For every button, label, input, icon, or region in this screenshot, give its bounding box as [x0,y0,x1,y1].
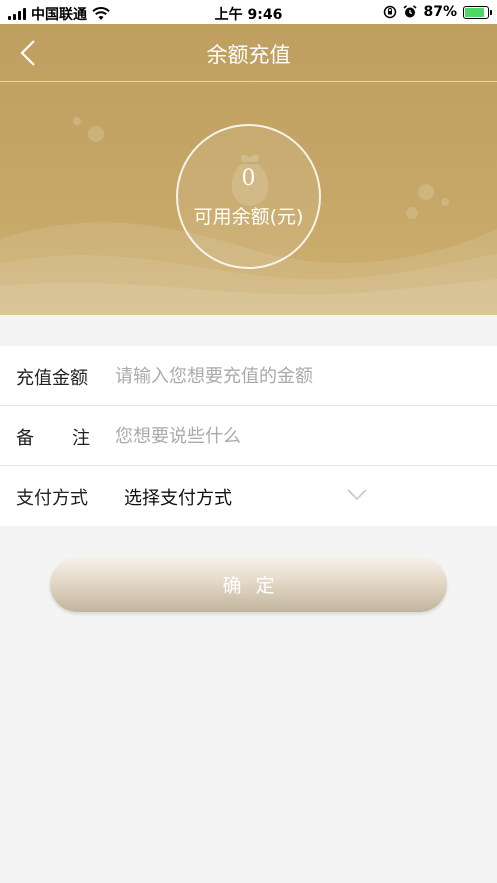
remark-input[interactable] [115,418,475,454]
balance-circle: 0 可用余额(元) [176,124,321,269]
confirm-button[interactable]: 确定 [50,557,447,612]
balance-value: 0 [241,166,256,191]
nav-bar: 余额充值 [0,24,497,82]
amount-label: 充值金额 [16,368,88,389]
payment-label: 支付方式 [16,488,88,509]
battery-percent: 87% [423,4,457,20]
remark-label: 备注 [16,428,128,449]
battery-fill [465,7,485,17]
status-right: 87% [383,4,492,20]
battery-icon [463,5,492,19]
payment-row[interactable]: 支付方式 选择支付方式 [0,466,497,526]
recharge-form: 充值金额 备注 支付方式 选择支付方式 [0,346,497,526]
page-title: 余额充值 [206,43,291,67]
payment-method-select[interactable]: 选择支付方式 [124,484,232,510]
chevron-down-icon[interactable] [346,488,368,502]
amount-input[interactable] [115,358,475,394]
amount-row: 充值金额 [0,346,497,406]
status-bar: 中国联通 上午 9:46 87% [0,0,497,24]
alarm-icon [403,5,418,18]
balance-banner: 余额充值 0 可用余额(元) [0,24,497,315]
orientation-lock-icon [384,5,397,19]
balance-label: 可用余额(元) [193,206,304,228]
remark-row: 备注 [0,406,497,466]
